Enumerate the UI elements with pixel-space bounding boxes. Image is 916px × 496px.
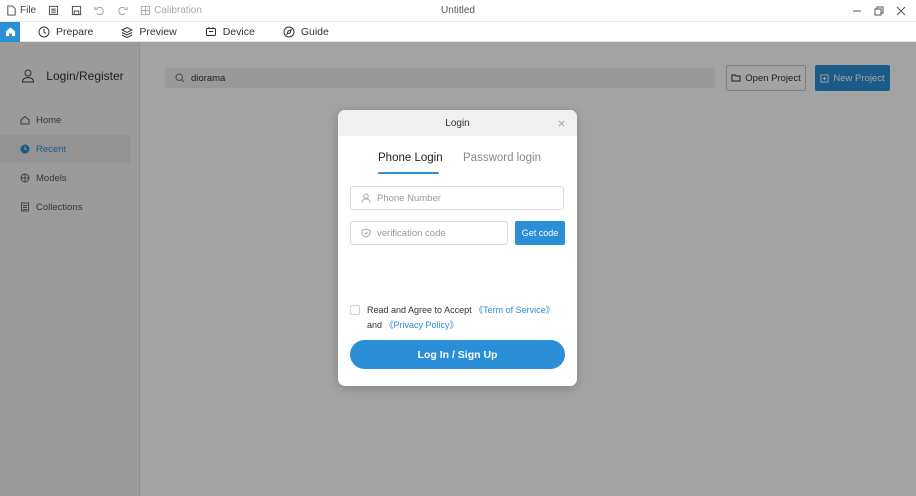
login-dialog: Login Phone Login Password login Phone N… <box>338 110 577 386</box>
tab-home[interactable] <box>0 21 20 42</box>
title-bar: File Calibration Untitled <box>0 0 916 22</box>
tab-device[interactable]: Device <box>195 22 265 42</box>
login-method-tabs: Phone Login Password login <box>338 152 577 176</box>
undo-button[interactable] <box>88 0 111 22</box>
dialog-title: Login <box>445 117 470 129</box>
agree-checkbox[interactable] <box>350 305 360 315</box>
dialog-close-button[interactable] <box>555 117 567 129</box>
tab-preview[interactable]: Preview <box>111 22 186 42</box>
dialog-header: Login <box>338 110 577 136</box>
save-icon <box>72 5 82 16</box>
redo-button[interactable] <box>111 0 134 22</box>
preview-icon <box>121 26 134 38</box>
calibration-label: Calibration <box>154 5 202 16</box>
user-icon <box>361 193 371 203</box>
file-menu-label: File <box>20 5 37 16</box>
phone-placeholder: Phone Number <box>377 192 441 204</box>
login-signup-button[interactable]: Log In / Sign Up <box>350 340 565 369</box>
active-tab-indicator <box>378 172 439 174</box>
home-icon <box>5 27 15 37</box>
tab-phone-login[interactable]: Phone Login <box>378 152 443 164</box>
shield-icon <box>361 228 371 238</box>
tab-preview-label: Preview <box>139 25 177 38</box>
privacy-policy-link[interactable]: 《Privacy Policy》 <box>385 320 459 330</box>
agree-prefix: Read and Agree to Accept <box>367 305 475 315</box>
tab-device-label: Device <box>222 25 255 38</box>
file-menu[interactable]: File <box>0 0 42 22</box>
file-icon <box>7 5 16 16</box>
agreement: Read and Agree to Accept 《Term of Servic… <box>350 303 572 333</box>
calibration-menu[interactable]: Calibration <box>134 0 208 22</box>
prepare-icon <box>38 26 50 37</box>
undo-icon <box>94 6 104 16</box>
agreement-text: Read and Agree to Accept 《Term of Servic… <box>350 303 572 333</box>
device-icon <box>205 26 216 36</box>
get-code-button[interactable]: Get code <box>515 221 565 245</box>
restore-icon <box>874 6 884 16</box>
tab-guide-label: Guide <box>300 25 329 38</box>
redo-icon <box>118 6 128 16</box>
tab-guide[interactable]: Guide <box>273 22 339 42</box>
tab-prepare-label: Prepare <box>56 25 94 38</box>
agree-and: and <box>367 320 385 330</box>
tab-password-login[interactable]: Password login <box>463 152 541 164</box>
main-tab-bar: Prepare Preview Device Guide <box>0 21 916 42</box>
calibration-icon <box>141 5 151 16</box>
window-controls <box>846 0 912 22</box>
code-placeholder: verification code <box>377 227 446 239</box>
guide-icon <box>283 26 295 37</box>
terms-of-service-link[interactable]: 《Term of Service》 <box>474 305 555 315</box>
phone-number-input[interactable]: Phone Number <box>350 186 564 210</box>
minimize-button[interactable] <box>846 0 868 22</box>
tab-prepare[interactable]: Prepare <box>28 22 103 42</box>
minimize-icon <box>853 10 861 12</box>
verification-code-input[interactable]: verification code <box>350 221 508 245</box>
restore-button[interactable] <box>868 0 890 22</box>
close-window-button[interactable] <box>890 0 912 22</box>
list-icon <box>49 5 59 16</box>
save-list-button[interactable] <box>42 0 65 22</box>
close-icon <box>896 6 906 16</box>
save-button[interactable] <box>65 0 88 22</box>
close-icon <box>558 120 564 126</box>
